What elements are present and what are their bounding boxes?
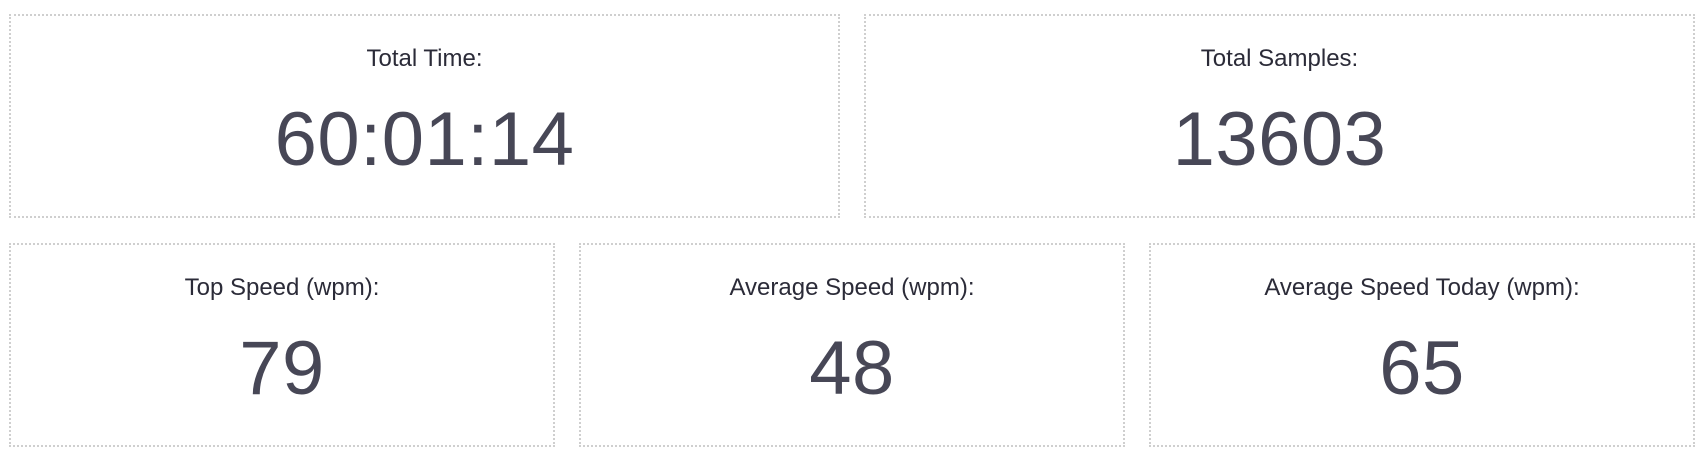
stat-label-top-speed: Top Speed (wpm): [184, 274, 380, 301]
stat-card-total-time: Total Time: 60:01:14 [9, 14, 840, 218]
stat-value-average-speed: 48 [809, 326, 895, 411]
stat-card-total-samples: Total Samples: 13603 [864, 14, 1695, 218]
stat-card-average-speed: Average Speed (wpm): 48 [579, 243, 1125, 447]
stat-card-average-speed-today: Average Speed Today (wpm): 65 [1149, 243, 1695, 447]
stat-value-top-speed: 79 [239, 326, 325, 411]
stat-value-average-speed-today: 65 [1379, 326, 1465, 411]
stat-card-top-speed: Top Speed (wpm): 79 [9, 243, 555, 447]
stat-label-average-speed-today: Average Speed Today (wpm): [1264, 274, 1580, 301]
stat-label-total-samples: Total Samples: [1200, 45, 1359, 72]
stat-label-total-time: Total Time: [366, 45, 483, 72]
stat-label-average-speed: Average Speed (wpm): [729, 274, 975, 301]
stat-value-total-samples: 13603 [1172, 97, 1387, 182]
stat-value-total-time: 60:01:14 [274, 97, 575, 182]
